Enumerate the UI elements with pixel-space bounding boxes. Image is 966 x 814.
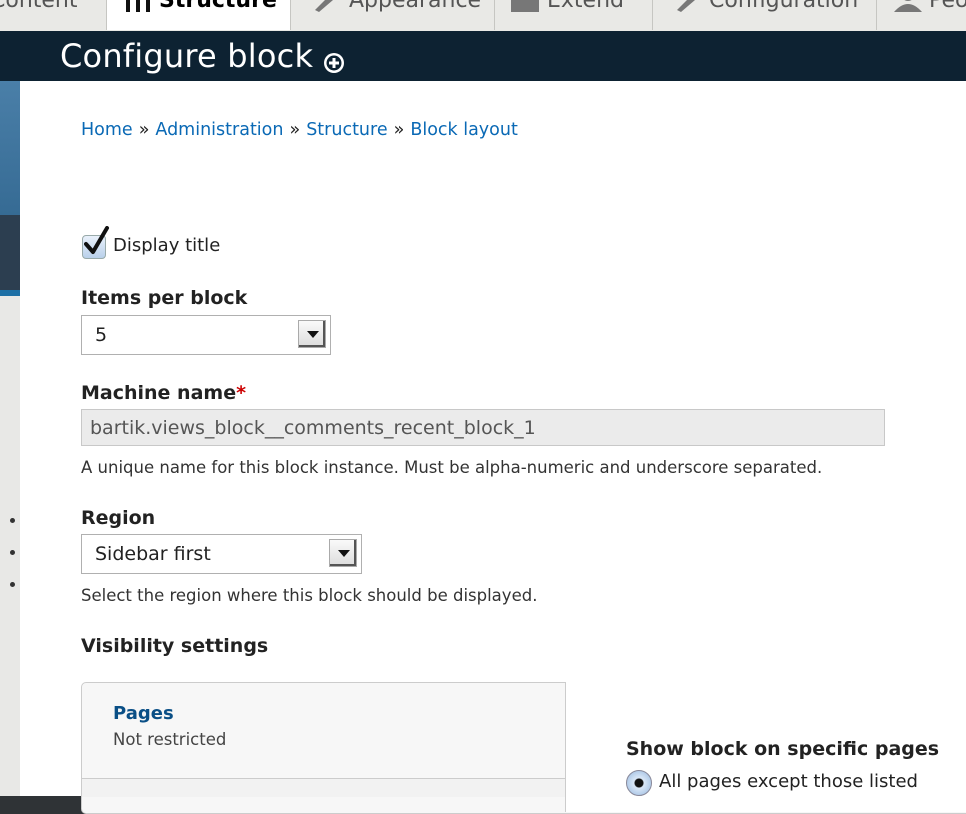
- toolbar-item-label: Appearance: [349, 0, 482, 13]
- machine-name-description: A unique name for this block instance. M…: [81, 458, 823, 477]
- items-per-block-label: Items per block: [81, 287, 248, 309]
- breadcrumb-structure[interactable]: Structure: [306, 120, 387, 140]
- pages-pane-heading: Show block on specific pages: [626, 738, 940, 760]
- machine-name-label-text: Machine name: [81, 382, 237, 404]
- region-select[interactable]: Sidebar first: [81, 534, 362, 574]
- toolbar-item-content[interactable]: Content: [0, 0, 96, 30]
- machine-name-label: Machine name*: [81, 382, 246, 404]
- toolbar-item-label: Structure: [159, 0, 277, 13]
- vertical-tab-next[interactable]: [82, 778, 565, 797]
- chevron-down-icon: [298, 320, 326, 348]
- items-per-block-select[interactable]: 5: [81, 315, 331, 355]
- breadcrumb: Home» Administration» Structure» Block layo…: [81, 120, 518, 140]
- wrench-icon: [677, 0, 695, 12]
- theme-header-fragment-dark: [0, 215, 20, 295]
- items-per-block-value: 5: [95, 324, 108, 346]
- add-shortcut-icon[interactable]: [323, 52, 345, 74]
- extend-icon: [511, 0, 539, 12]
- chevron-down-icon: [329, 539, 357, 567]
- bullet-fragment: [10, 582, 15, 587]
- toolbar-item-appearance[interactable]: Appearance: [290, 0, 495, 30]
- tab-pages[interactable]: Pages: [113, 703, 174, 724]
- machine-name-input[interactable]: [81, 409, 885, 446]
- region-description: Select the region where this block shoul…: [81, 586, 538, 605]
- breadcrumb-separator: »: [289, 120, 301, 140]
- toolbar-item-label: Content: [0, 0, 78, 13]
- breadcrumb-block-layout[interactable]: Block layout: [410, 120, 518, 140]
- breadcrumb-separator: »: [138, 120, 150, 140]
- admin-toolbar: Content Structure Appearance Extend Conf…: [0, 0, 966, 32]
- region-value: Sidebar first: [95, 543, 211, 565]
- structure-icon: [126, 0, 150, 12]
- breadcrumb-administration[interactable]: Administration: [155, 120, 283, 140]
- people-icon: [894, 0, 922, 12]
- visibility-settings-heading: Visibility settings: [81, 635, 269, 657]
- toolbar-item-configuration[interactable]: Configuration: [652, 0, 877, 30]
- toolbar-item-structure[interactable]: Structure: [106, 0, 291, 30]
- appearance-icon: [315, 0, 333, 12]
- all-pages-except-radio[interactable]: [626, 770, 652, 796]
- checkmark-icon: [84, 226, 109, 254]
- theme-content-fragment: [0, 296, 20, 796]
- display-title-label[interactable]: Display title: [113, 235, 220, 256]
- bullet-fragment: [10, 518, 15, 523]
- required-marker: *: [236, 382, 247, 404]
- bullet-fragment: [10, 550, 15, 555]
- breadcrumb-home[interactable]: Home: [81, 120, 133, 140]
- breadcrumb-separator: »: [393, 120, 405, 140]
- tab-pages-summary: Not restricted: [113, 730, 227, 749]
- toolbar-item-people[interactable]: Peo: [876, 0, 966, 30]
- all-pages-except-label[interactable]: All pages except those listed: [659, 771, 918, 792]
- toolbar-item-label: Peo: [929, 0, 966, 13]
- toolbar-item-extend[interactable]: Extend: [494, 0, 653, 30]
- page-title: Configure block: [60, 37, 314, 75]
- toolbar-item-label: Configuration: [709, 0, 859, 13]
- region-label: Region: [81, 507, 156, 529]
- toolbar-item-label: Extend: [547, 0, 624, 13]
